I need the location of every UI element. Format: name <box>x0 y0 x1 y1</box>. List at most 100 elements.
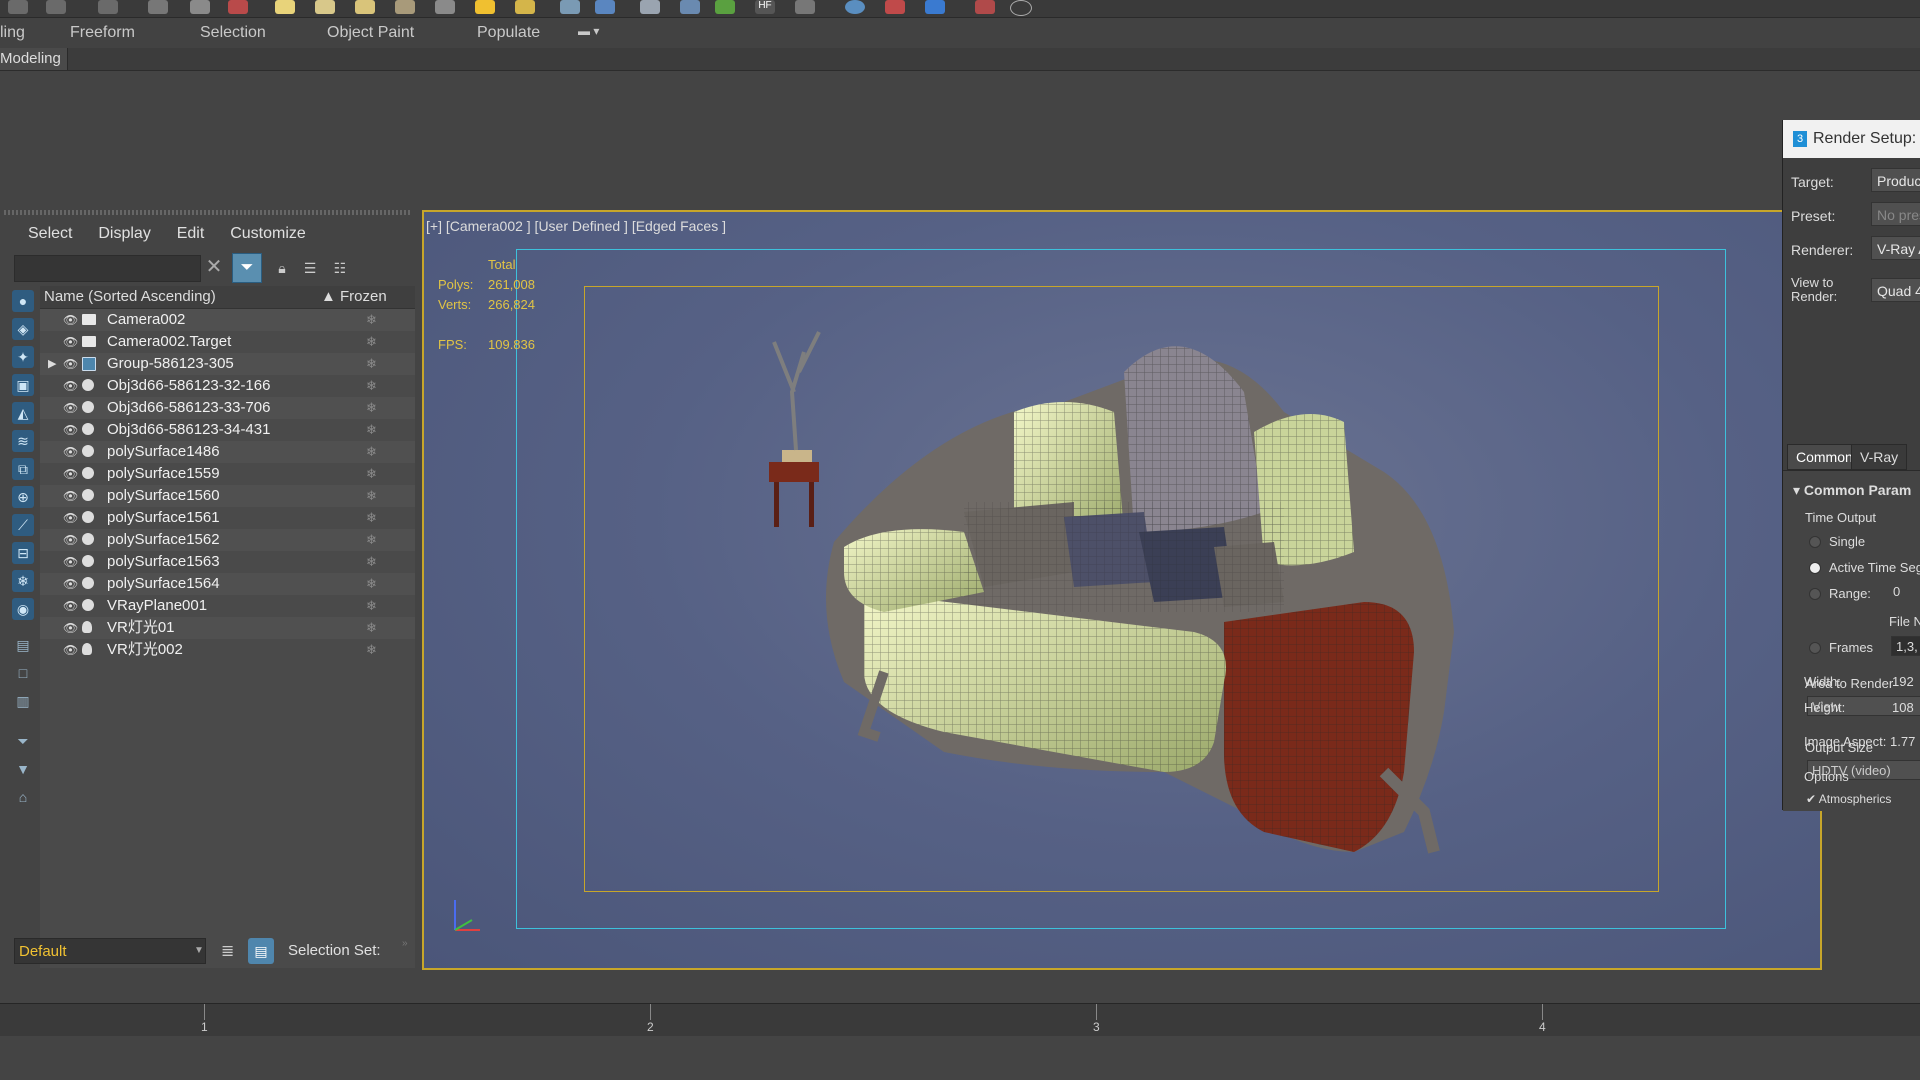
visibility-icon[interactable]: 👁︎ <box>63 529 79 551</box>
menu-edit[interactable]: Edit <box>177 225 205 243</box>
width-value[interactable]: 192 <box>1892 674 1914 689</box>
lights-filter-icon[interactable]: ✦ <box>12 346 34 368</box>
visibility-icon[interactable]: 👁︎ <box>63 595 79 617</box>
filter-icon[interactable]: ▼ <box>12 758 34 780</box>
visibility-icon[interactable]: 👁︎ <box>63 551 79 573</box>
frozen-toggle-icon[interactable]: ❄ <box>366 419 377 441</box>
visibility-icon[interactable]: 👁︎ <box>63 485 79 507</box>
display-all-icon[interactable]: ▤ <box>12 634 34 656</box>
common-params-rollout[interactable]: ▾ Common Param <box>1793 482 1911 499</box>
toolbar-icon[interactable] <box>595 0 615 14</box>
frozen-toggle-icon[interactable]: ❄ <box>366 397 377 419</box>
container-icon[interactable]: ⌂ <box>12 786 34 808</box>
helpers-filter-icon[interactable]: ◭ <box>12 402 34 424</box>
toolbar-icon[interactable] <box>795 0 815 14</box>
frozen-toggle-icon[interactable]: ❄ <box>366 617 377 639</box>
layer-tree-icon[interactable]: ☷ <box>330 258 350 278</box>
active-time-radio[interactable] <box>1809 562 1821 574</box>
frozen-toggle-icon[interactable]: ❄ <box>366 375 377 397</box>
visibility-icon[interactable]: 👁︎ <box>63 309 79 331</box>
toolbar-icon[interactable] <box>228 0 248 14</box>
table-row[interactable]: 👁︎ VR灯光002 ❄ <box>40 639 415 661</box>
hierarchy-icon[interactable]: ☰ <box>300 258 320 278</box>
hidden-filter-icon[interactable]: ◉ <box>12 598 34 620</box>
table-row[interactable]: 👁︎ Camera002.Target ❄ <box>40 331 415 353</box>
containers-filter-icon[interactable]: ⊟ <box>12 542 34 564</box>
spacewarps-filter-icon[interactable]: ≋ <box>12 430 34 452</box>
frozen-toggle-icon[interactable]: ❄ <box>366 573 377 595</box>
toolbar-icon[interactable] <box>355 0 375 14</box>
target-dropdown[interactable]: Product <box>1871 168 1920 192</box>
column-name[interactable]: Name (Sorted Ascending) <box>44 286 216 308</box>
table-row[interactable]: 👁︎ polySurface1560 ❄ <box>40 485 415 507</box>
toolbar-icon[interactable] <box>975 0 995 14</box>
frozen-toggle-icon[interactable]: ❄ <box>366 309 377 331</box>
tab-populate[interactable]: Populate <box>477 24 540 42</box>
renderer-dropdown[interactable]: V-Ray A <box>1871 236 1920 260</box>
table-row[interactable]: ▶ 👁︎ Group-586123-305 ❄ <box>40 353 415 375</box>
table-row[interactable]: 👁︎ VR灯光01 ❄ <box>40 617 415 639</box>
table-row[interactable]: 👁︎ polySurface1564 ❄ <box>40 573 415 595</box>
toolbar-icon[interactable] <box>560 0 580 14</box>
toolbar-icon[interactable] <box>148 0 168 14</box>
menu-select[interactable]: Select <box>28 225 72 243</box>
layer-dropdown[interactable]: Default <box>14 938 206 964</box>
visibility-icon[interactable]: 👁︎ <box>63 573 79 595</box>
ribbon-options-icon[interactable]: ▬ ▾ <box>578 24 599 38</box>
range-radio[interactable] <box>1809 588 1821 600</box>
bones-filter-icon[interactable]: ⟋ <box>12 514 34 536</box>
visibility-icon[interactable]: 👁︎ <box>63 639 79 661</box>
display-none-icon[interactable]: □ <box>12 662 34 684</box>
table-row[interactable]: 👁︎ polySurface1559 ❄ <box>40 463 415 485</box>
menu-customize[interactable]: Customize <box>230 225 306 243</box>
frozen-toggle-icon[interactable]: ❄ <box>366 639 377 661</box>
timeline[interactable]: 1 2 3 4 <box>0 1003 1920 1037</box>
tab-object-paint[interactable]: Object Paint <box>327 24 414 42</box>
preset-dropdown[interactable]: No pres <box>1871 202 1920 226</box>
modeling-subtab[interactable]: Modeling <box>0 48 68 70</box>
filter-icon[interactable]: ⏷ <box>232 253 262 283</box>
toolbar-icon[interactable] <box>715 0 735 14</box>
frozen-toggle-icon[interactable]: ❄ <box>366 485 377 507</box>
toolbar-icon[interactable] <box>46 0 66 14</box>
toolbar-icon[interactable] <box>315 0 335 14</box>
frozen-toggle-icon[interactable]: ❄ <box>366 463 377 485</box>
tab-vray[interactable]: V-Ray <box>1851 444 1908 470</box>
tab-freeform[interactable]: Freeform <box>70 24 135 42</box>
layers-icon[interactable]: ≣ <box>221 941 234 961</box>
toolbar-icon[interactable] <box>515 0 535 14</box>
height-value[interactable]: 108 <box>1892 700 1914 715</box>
frozen-toggle-icon[interactable]: ❄ <box>366 441 377 463</box>
atmospherics-checkbox[interactable]: ✔ Atmospherics <box>1806 792 1891 806</box>
xrefs-filter-icon[interactable]: ⊕ <box>12 486 34 508</box>
frozen-toggle-icon[interactable]: ❄ <box>366 551 377 573</box>
visibility-icon[interactable]: 👁︎ <box>63 331 79 353</box>
scene-explorer-icon[interactable]: ▤ <box>248 938 274 964</box>
table-row[interactable]: 👁︎ Camera002 ❄ <box>40 309 415 331</box>
shapes-filter-icon[interactable]: ◈ <box>12 318 34 340</box>
visibility-icon[interactable]: 👁︎ <box>63 463 79 485</box>
frames-input[interactable]: 1,3, <box>1891 636 1920 656</box>
expand-icon[interactable]: » <box>402 938 408 949</box>
table-row[interactable]: 👁︎ Obj3d66-586123-32-166 ❄ <box>40 375 415 397</box>
expand-arrow-icon[interactable]: ▶ <box>48 353 56 375</box>
table-row[interactable]: 👁︎ polySurface1561 ❄ <box>40 507 415 529</box>
viewport-label[interactable]: [+] [Camera002 ] [User Defined ] [Edged … <box>426 218 726 234</box>
frozen-toggle-icon[interactable]: ❄ <box>366 507 377 529</box>
view-to-render-dropdown[interactable]: Quad 4 <box>1871 278 1920 302</box>
single-radio[interactable] <box>1809 536 1821 548</box>
tab-modeling-partial[interactable]: ling <box>0 24 25 42</box>
filter-options-icon[interactable]: ⏷ <box>12 730 34 752</box>
frozen-toggle-icon[interactable]: ❄ <box>366 595 377 617</box>
cameras-filter-icon[interactable]: ▣ <box>12 374 34 396</box>
chevron-down-icon[interactable]: ▼ <box>194 938 206 964</box>
gear-icon[interactable] <box>680 0 700 14</box>
frozen-toggle-icon[interactable]: ❄ <box>366 529 377 551</box>
toolbar-icon[interactable] <box>98 0 118 14</box>
groups-filter-icon[interactable]: ⧉ <box>12 458 34 480</box>
visibility-icon[interactable]: 👁︎ <box>63 353 79 375</box>
visibility-icon[interactable]: 👁︎ <box>63 507 79 529</box>
column-frozen[interactable]: ▲ Frozen <box>321 286 387 308</box>
table-row[interactable]: 👁︎ Obj3d66-586123-34-431 ❄ <box>40 419 415 441</box>
explorer-grip[interactable] <box>4 210 412 215</box>
